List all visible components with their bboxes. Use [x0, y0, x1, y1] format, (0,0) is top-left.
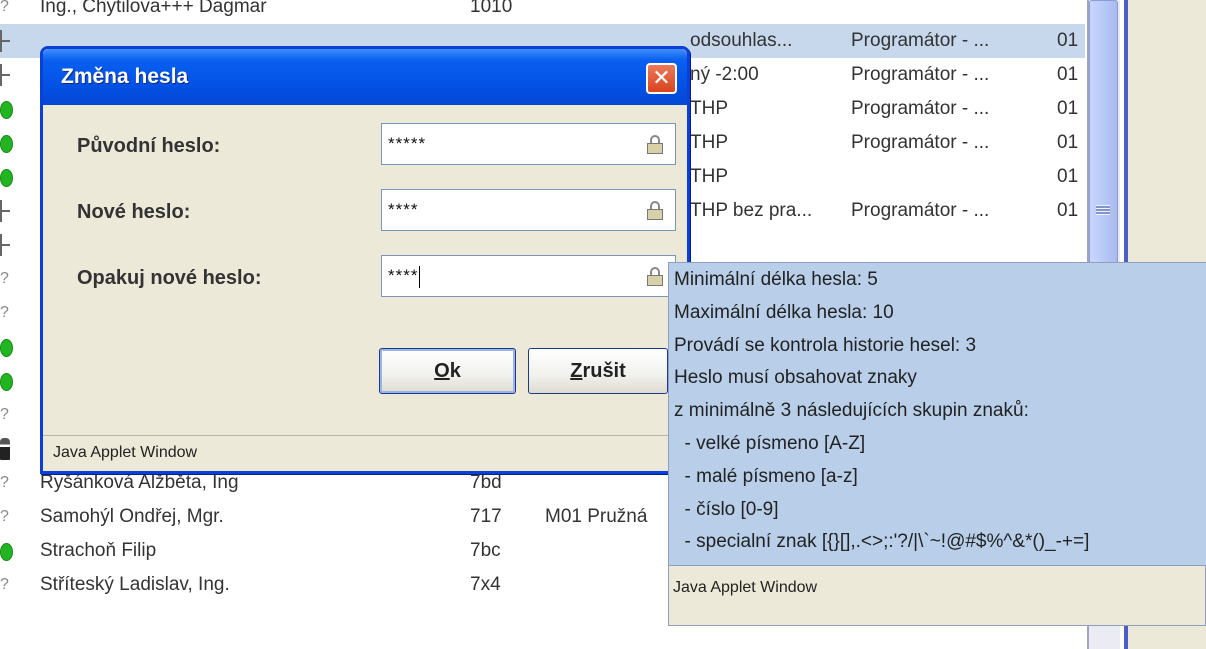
cell-name: Ing., Chytilova+++ Dagmar	[40, 0, 267, 17]
question-icon: ?	[0, 0, 9, 15]
lock-icon	[647, 201, 663, 220]
close-icon: ✕	[652, 65, 671, 90]
green-status-icon	[0, 126, 14, 160]
cancel-label: rušit	[582, 360, 626, 382]
cell-note: ný -2:00	[690, 64, 759, 85]
dialog-status-bar: Java Applet Window	[43, 435, 687, 471]
question-icon: ?	[0, 406, 9, 423]
lock-icon	[647, 267, 663, 286]
cancel-button[interactable]: Zrušit	[528, 348, 668, 394]
old-password-field[interactable]: *****	[381, 123, 676, 165]
cell-num: 01	[1057, 30, 1079, 51]
cell-note: THP	[690, 132, 728, 153]
old-password-value: *****	[388, 134, 427, 153]
rules-window-status: Java Applet Window	[673, 579, 818, 596]
ladder-icon	[0, 228, 14, 262]
ladder-icon	[0, 24, 14, 58]
rule-line: - číslo [0-9]	[674, 498, 779, 520]
repeat-password-field[interactable]: ****	[381, 255, 676, 297]
dialog-title: Změna hesla	[61, 65, 189, 88]
cancel-mnemonic: Z	[570, 360, 583, 382]
cell-note: odsouhlas...	[690, 30, 793, 51]
question-icon: ?	[0, 576, 9, 593]
cell-code: 7x4	[470, 574, 501, 595]
dialog-titlebar[interactable]: Změna hesla ✕	[43, 49, 687, 105]
rule-line: z minimálně 3 následujících skupin znaků…	[674, 400, 1029, 422]
cell-role: Programátor - ...	[851, 30, 990, 51]
cell-dept: M01 Pružná	[545, 506, 648, 527]
rule-line: Provádí se kontrola historie hesel: 3	[674, 334, 977, 356]
password-rules-content: Minimální délka hesla: 5 Maximální délka …	[669, 263, 1206, 566]
rule-line: - velké písmeno [A-Z]	[674, 433, 866, 454]
dialog-body: Původní heslo: ***** Nové heslo: **** Op…	[43, 105, 687, 445]
cell-code: 1010	[470, 0, 513, 17]
question-icon: ?	[0, 304, 9, 321]
question-icon: ?	[0, 474, 9, 491]
cell-note: THP bez pra...	[690, 200, 813, 221]
rule-line: - malé písmeno [a-z]	[674, 465, 858, 487]
scrollbar-grip-icon	[1096, 205, 1110, 215]
cell-num: 01	[1057, 166, 1079, 187]
close-button[interactable]: ✕	[646, 63, 677, 94]
cell-num: 01	[1057, 64, 1079, 85]
cell-role: Programátor - ...	[851, 200, 990, 221]
rule-line: - specialní znak [{}[],.<>;:'?/|\`~!@#$%…	[674, 531, 1090, 553]
repeat-password-value: ****	[388, 266, 419, 285]
green-status-icon	[0, 92, 14, 126]
cell-note: THP	[690, 98, 728, 119]
text-caret	[419, 265, 421, 288]
rule-line: Maximální délka hesla: 10	[674, 301, 894, 323]
password-rules-window: Minimální délka hesla: 5 Maximální délka …	[668, 262, 1206, 626]
cell-num: 01	[1057, 98, 1079, 119]
new-password-label: Nové heslo:	[77, 201, 191, 223]
cell-num: 01	[1057, 132, 1079, 153]
ok-button[interactable]: Ok	[379, 348, 516, 394]
question-icon: ?	[0, 270, 9, 287]
change-password-dialog: Změna hesla ✕ Původní heslo: ***** Nové …	[40, 46, 690, 474]
cell-note: THP	[690, 166, 728, 187]
green-status-icon	[0, 330, 14, 364]
user-icon	[0, 432, 14, 466]
cell-role: Programátor - ...	[851, 132, 990, 153]
question-icon: ?	[0, 508, 9, 525]
green-status-icon	[0, 364, 14, 398]
cell-num: 01	[1057, 200, 1079, 221]
old-password-label: Původní heslo:	[77, 135, 221, 157]
cell-code: 717	[470, 506, 502, 527]
ladder-icon	[0, 58, 14, 92]
cell-code: 7bc	[470, 540, 501, 561]
green-status-icon	[0, 160, 14, 194]
cell-name: Strachoň Filip	[40, 540, 157, 561]
rule-line: Heslo musí obsahovat znaky	[674, 367, 917, 389]
new-password-value: ****	[388, 200, 419, 219]
new-password-field[interactable]: ****	[381, 189, 676, 231]
cell-role: Programátor - ...	[851, 98, 990, 119]
lock-icon	[647, 135, 663, 154]
table-row[interactable]: ? Ing., Chytilova+++ Dagmar 1010	[0, 0, 1085, 24]
ok-mnemonic: O	[434, 360, 450, 382]
repeat-password-label: Opakuj nové heslo:	[77, 267, 262, 289]
ok-label: k	[449, 360, 461, 382]
cell-name: Samohýl Ondřej, Mgr.	[40, 506, 224, 527]
cell-role: Programátor - ...	[851, 64, 990, 85]
rule-line: Minimální délka hesla: 5	[674, 269, 878, 290]
cell-name: Stříteský Ladislav, Ing.	[40, 574, 230, 595]
ladder-icon	[0, 194, 14, 228]
green-status-icon	[0, 534, 14, 568]
